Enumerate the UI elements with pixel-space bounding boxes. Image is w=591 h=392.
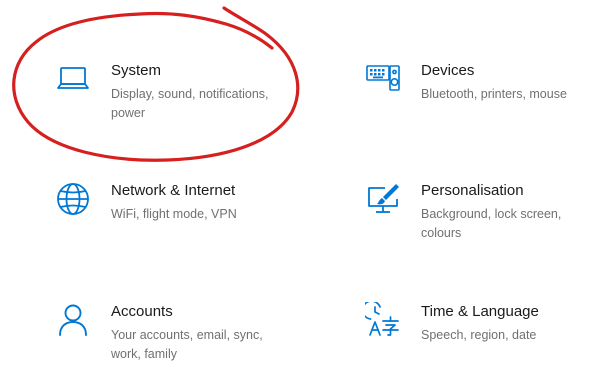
keyboard-speaker-icon: [365, 61, 401, 97]
tile-description: Speech, region, date: [421, 328, 537, 342]
tile-description: Bluetooth, printers, mouse: [421, 87, 567, 101]
tile-description: Display, sound, notifications, power: [111, 87, 269, 120]
settings-tile-network[interactable]: Network & Internet WiFi, flight mode, VP…: [55, 181, 315, 271]
settings-tile-personalisation[interactable]: Personalisation Background, lock screen,…: [365, 181, 591, 271]
tile-title: Devices: [421, 62, 475, 79]
person-icon: [55, 302, 91, 338]
paint-monitor-icon: [365, 181, 401, 217]
settings-tile-accounts[interactable]: Accounts Your accounts, email, sync, wor…: [55, 302, 315, 392]
tile-description: Background, lock screen, colours: [421, 207, 562, 240]
tile-title: Time & Language: [421, 303, 539, 320]
globe-icon: [55, 181, 91, 217]
tile-title: Accounts: [111, 303, 173, 320]
tile-description: WiFi, flight mode, VPN: [111, 207, 237, 221]
tile-title: System: [111, 62, 162, 79]
tile-title: Personalisation: [421, 182, 524, 199]
tile-description: Your accounts, email, sync, work, family: [111, 328, 263, 361]
settings-tile-system[interactable]: System Display, sound, notifications, po…: [55, 61, 315, 151]
settings-tile-time-language[interactable]: Time & Language Speech, region, date: [365, 302, 591, 392]
tile-title: Network & Internet: [111, 182, 236, 199]
time-language-icon: [365, 302, 401, 338]
settings-tile-devices[interactable]: Devices Bluetooth, printers, mouse: [365, 61, 591, 151]
laptop-icon: [55, 61, 91, 97]
